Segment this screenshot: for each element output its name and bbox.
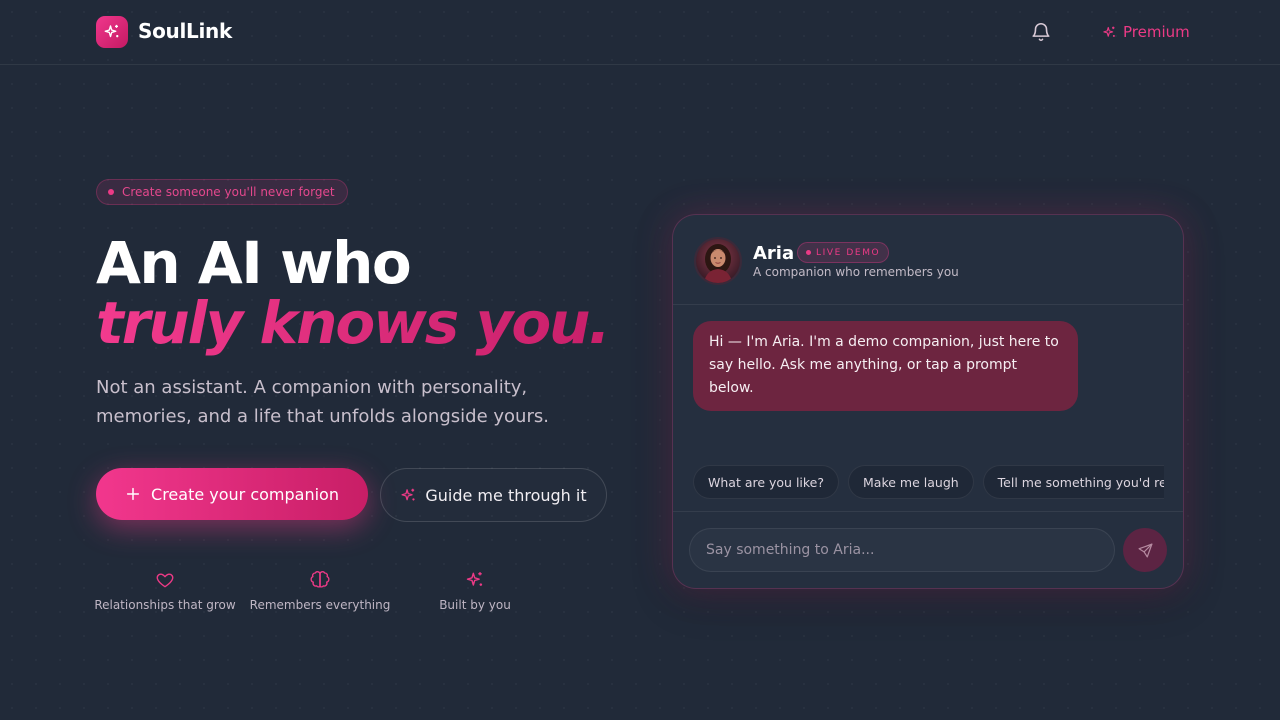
feature-memory: Remembers everything bbox=[245, 570, 395, 613]
prompt-chip[interactable]: What are you like? bbox=[693, 465, 840, 499]
feature-label: Remembers everything bbox=[249, 598, 391, 612]
hero-title-line2: truly knows you. bbox=[96, 289, 610, 357]
live-demo-label: LIVE DEMO bbox=[816, 247, 881, 258]
brain-icon bbox=[310, 571, 330, 588]
chat-demo-card: Aria LIVE DEMO A companion who remembers… bbox=[672, 214, 1184, 589]
logo-sparkles-icon[interactable] bbox=[96, 16, 128, 48]
suggested-prompts: What are you like? Make me laugh Tell me… bbox=[693, 465, 1164, 501]
premium-link[interactable]: Premium bbox=[1102, 21, 1190, 43]
sparkles-icon bbox=[1103, 26, 1115, 37]
guide-me-label: Guide me through it bbox=[425, 485, 587, 505]
assistant-message-bubble: Hi — I'm Aria. I'm a demo companion, jus… bbox=[693, 321, 1078, 411]
prompt-chip[interactable]: Tell me something you'd remember bbox=[982, 465, 1164, 499]
aria-avatar bbox=[694, 237, 742, 285]
companion-subtitle: A companion who remembers you bbox=[753, 265, 959, 279]
hero-description: Not an assistant. A companion with perso… bbox=[96, 377, 549, 427]
premium-label: Premium bbox=[1123, 23, 1190, 41]
live-demo-badge: LIVE DEMO bbox=[797, 242, 890, 263]
live-dot-icon bbox=[806, 250, 811, 255]
create-companion-button[interactable]: Create your companion bbox=[96, 468, 368, 520]
eyebrow-badge: Create someone you'll never forget bbox=[96, 179, 348, 205]
create-companion-label: Create your companion bbox=[151, 484, 339, 504]
heart-icon bbox=[156, 573, 174, 588]
send-icon bbox=[1138, 543, 1152, 557]
feature-label: Relationships that grow bbox=[94, 598, 236, 612]
brand-name[interactable]: SoulLink bbox=[138, 19, 232, 43]
feature-label: Built by you bbox=[439, 598, 511, 612]
plus-icon bbox=[126, 487, 140, 501]
guide-me-button[interactable]: Guide me through it bbox=[380, 468, 607, 522]
send-button[interactable] bbox=[1123, 528, 1167, 572]
chat-header: Aria LIVE DEMO A companion who remembers… bbox=[673, 215, 1183, 305]
prompt-chip[interactable]: Make me laugh bbox=[848, 465, 974, 499]
eyebrow-text: Create someone you'll never forget bbox=[122, 185, 335, 199]
feature-relationships: Relationships that grow bbox=[90, 570, 240, 613]
notifications-bell-icon[interactable] bbox=[1030, 21, 1052, 43]
divider bbox=[673, 511, 1183, 512]
companion-name: Aria bbox=[753, 243, 795, 264]
message-input[interactable] bbox=[689, 528, 1115, 572]
feature-built-by-you: Built by you bbox=[400, 570, 550, 613]
top-navigation: SoulLink Premium bbox=[0, 0, 1280, 65]
sparkles-icon bbox=[401, 488, 415, 500]
sparkles-icon bbox=[466, 572, 483, 586]
dot-icon bbox=[108, 189, 114, 195]
